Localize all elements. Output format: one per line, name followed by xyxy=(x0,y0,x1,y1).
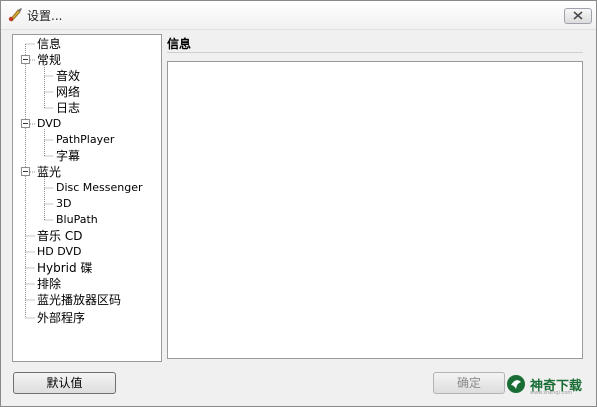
title-bar[interactable]: 设置... xyxy=(1,1,596,30)
settings-tree[interactable]: 信息 常规 音效 网络 日志 DVD PathPlayer 字幕 蓝光 Disc… xyxy=(12,34,162,362)
tree-item-external-programs[interactable]: 外部程序 xyxy=(37,310,85,326)
tree-item-region-code[interactable]: 蓝光播放器区码 xyxy=(37,292,121,308)
watermark: 神奇下载 www.shenqi.com xyxy=(506,373,594,396)
tree-item-pathplayer[interactable]: PathPlayer xyxy=(56,132,114,148)
tree-item-info[interactable]: 信息 xyxy=(37,36,61,52)
close-button[interactable] xyxy=(564,8,592,24)
tree-item-sound[interactable]: 音效 xyxy=(56,68,80,84)
ok-button[interactable]: 确定 xyxy=(433,372,505,394)
tree-connector-lines xyxy=(21,43,53,319)
tree-item-blupath[interactable]: BluPath xyxy=(56,212,98,228)
tree-item-general[interactable]: 常规 xyxy=(37,52,61,68)
watermark-subtext: www.shenqi.com xyxy=(530,390,573,396)
watermark-logo-icon xyxy=(507,375,525,393)
section-title: 信息 xyxy=(167,37,192,51)
tree-item-3d[interactable]: 3D xyxy=(56,196,71,212)
tree-item-network[interactable]: 网络 xyxy=(56,84,80,100)
tree-item-exclude[interactable]: 排除 xyxy=(37,276,61,292)
close-icon xyxy=(573,11,583,20)
tree-item-dvd[interactable]: DVD xyxy=(37,116,61,132)
info-content-area[interactable] xyxy=(167,61,583,359)
tree-item-hybrid[interactable]: Hybrid 碟 xyxy=(37,260,92,276)
window-title: 设置... xyxy=(27,9,63,23)
tree-item-log[interactable]: 日志 xyxy=(56,100,80,116)
collapse-icon xyxy=(21,55,30,176)
tree-item-bluray[interactable]: 蓝光 xyxy=(37,164,61,180)
tree-item-hd-dvd[interactable]: HD DVD xyxy=(37,244,82,260)
tree-item-subtitle[interactable]: 字幕 xyxy=(56,148,80,164)
app-icon xyxy=(8,8,22,22)
section-divider xyxy=(167,52,583,53)
settings-window: 设置... 信息 常规 音效 网络 日志 DVD PathPlayer 字幕 蓝… xyxy=(0,0,597,407)
tree-item-music-cd[interactable]: 音乐 CD xyxy=(37,228,82,244)
tree-item-disc-messenger[interactable]: Disc Messenger xyxy=(56,180,143,196)
default-button[interactable]: 默认值 xyxy=(13,372,116,394)
